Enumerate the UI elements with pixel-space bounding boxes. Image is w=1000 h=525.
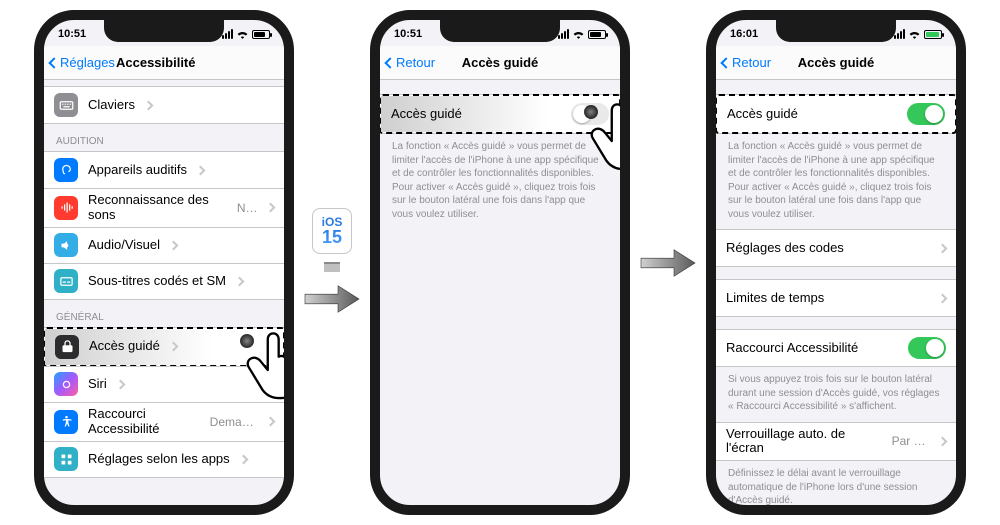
row-label: Verrouillage auto. de l'écran [726,427,882,457]
wifi-icon [572,29,585,39]
notch [440,20,560,42]
ios15-badge: iOS 15 [312,208,352,254]
row-label: Reconnaissance des sons [88,193,227,223]
page-title: Accessibilité [116,55,196,70]
row-label: Accès guidé [727,107,798,122]
row-label: Appareils auditifs [88,163,187,178]
notch [776,20,896,42]
row-label: Sous-titres codés et SM [88,274,226,289]
arrow-right-icon [302,280,362,318]
row-appareils-auditifs[interactable]: Appareils auditifs [44,152,284,188]
lock-icon [55,335,79,359]
wifi-icon [908,29,921,39]
apps-icon [54,447,78,471]
row-audio-visuel[interactable]: Audio/Visuel [44,227,284,263]
page-title: Accès guidé [462,55,539,70]
row-limites-temps[interactable]: Limites de temps [716,280,956,316]
chevron-right-icon [938,293,948,303]
siri-icon [54,372,78,396]
nav-bar: Retour Accès guidé [716,46,956,80]
phone-accessibility: 10:51 Réglages Accessibilité Claviers [34,10,294,515]
wifi-icon [236,29,249,39]
row-label: Raccourci Accessibilité [726,341,858,356]
row-reglages-apps[interactable]: Réglages selon les apps [44,441,284,477]
row-raccourci-accessibilite[interactable]: Raccourci Accessibilité [716,330,956,366]
row-label: Réglages selon les apps [88,452,230,467]
status-time: 10:51 [394,28,422,40]
ios15-line1: iOS [322,216,343,228]
captions-icon [54,269,78,293]
row-verrouillage-auto[interactable]: Verrouillage auto. de l'écran Par d... [716,423,956,461]
arrow-right-icon [638,244,698,282]
section-header-general: GÉNÉRAL [44,300,284,327]
row-reconnaissance-sons[interactable]: Reconnaissance des sons Non [44,188,284,227]
status-time: 10:51 [58,28,86,40]
row-label: Accès guidé [89,339,160,354]
back-button[interactable]: Retour [380,55,435,70]
footer-text: Définissez le délai avant le verrouillag… [716,461,956,505]
speaker-icon [54,233,78,257]
chevron-right-icon [144,100,154,110]
row-label: Réglages des codes [726,241,844,256]
chevron-right-icon [938,436,948,446]
tap-hand-icon [578,95,630,178]
battery-icon [588,30,606,39]
row-acces-guide-toggle[interactable]: Accès guidé [717,96,955,132]
phone-acces-guide-off: 10:51 Retour Accès guidé Accès guidé [370,10,630,515]
row-label: Raccourci Accessibilité [88,407,200,437]
highlight-toggle: Accès guidé [716,94,956,134]
row-sous-titres[interactable]: Sous-titres codés et SM [44,263,284,299]
section-header-audition: AUDITION [44,124,284,151]
chevron-right-icon [168,342,178,352]
row-label: Accès guidé [391,107,462,122]
notch [104,20,224,42]
row-raccourci-accessibilite[interactable]: Raccourci Accessibilité Demander [44,402,284,441]
nav-bar: Retour Accès guidé [380,46,620,80]
row-value: Non [237,201,257,215]
battery-icon [924,30,942,39]
usb-icon [324,262,340,272]
row-value: Demander [210,415,257,429]
chevron-right-icon [169,240,179,250]
step-gap-2 [638,244,698,282]
battery-icon [252,30,270,39]
row-label: Limites de temps [726,291,824,306]
back-label: Réglages [60,55,115,70]
chevron-right-icon [115,379,125,389]
footer-text: Si vous appuyez trois fois sur le bouton… [716,367,956,422]
row-label: Audio/Visuel [88,238,160,253]
status-time: 16:01 [730,28,758,40]
chevron-left-icon [720,57,731,68]
footer-text: La fonction « Accès guidé » vous permet … [716,134,956,229]
tap-hand-icon [234,324,294,407]
back-button[interactable]: Retour [716,55,771,70]
chevron-left-icon [48,57,59,68]
nav-bar: Réglages Accessibilité [44,46,284,80]
row-reglages-codes[interactable]: Réglages des codes [716,230,956,266]
chevron-right-icon [266,203,276,213]
chevron-right-icon [238,454,248,464]
sound-icon [54,196,78,220]
accessibility-icon [54,410,78,434]
row-claviers[interactable]: Claviers [44,87,284,123]
back-button[interactable]: Réglages [44,55,115,70]
chevron-left-icon [384,57,395,68]
back-label: Retour [396,55,435,70]
toggle-switch[interactable] [908,337,946,359]
row-value: Par d... [892,434,929,448]
back-label: Retour [732,55,771,70]
chevron-right-icon [266,417,276,427]
step-gap-1: iOS 15 [302,208,362,318]
keyboard-icon [54,93,78,117]
chevron-right-icon [235,276,245,286]
ios15-line2: 15 [322,228,342,246]
chevron-right-icon [196,165,206,175]
ear-icon [54,158,78,182]
chevron-right-icon [938,243,948,253]
row-label: Siri [88,377,107,392]
toggle-switch[interactable] [907,103,945,125]
phone-acces-guide-on: 16:01 Retour Accès guidé Accès guidé [706,10,966,515]
page-title: Accès guidé [798,55,875,70]
row-label: Claviers [88,98,135,113]
